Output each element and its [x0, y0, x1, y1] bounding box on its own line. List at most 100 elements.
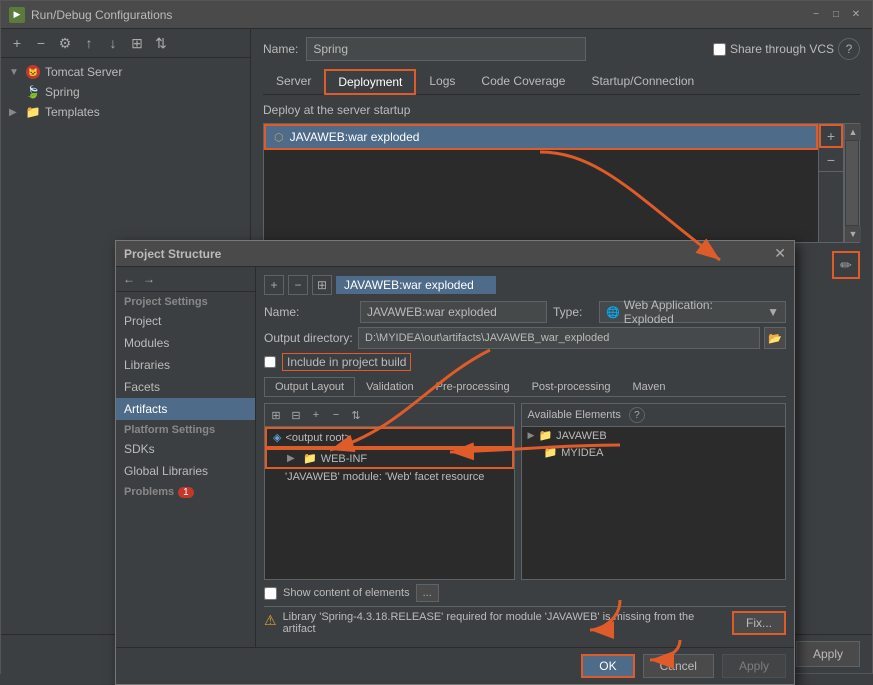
- window-titlebar: ▶ Run/Debug Configurations − □ ✕: [1, 1, 872, 29]
- art-tab-validation[interactable]: Validation: [355, 377, 425, 396]
- nav-item-global-libraries[interactable]: Global Libraries: [116, 460, 255, 482]
- folder-button[interactable]: ⊞: [127, 33, 147, 53]
- nav-item-facets[interactable]: Facets: [116, 376, 255, 398]
- sidebar-item-tomcat[interactable]: ▼ 🐱 Tomcat Server: [1, 62, 250, 82]
- fix-button[interactable]: Fix...: [732, 611, 786, 635]
- artifact-add-button[interactable]: +: [264, 275, 284, 295]
- window-icon: ▶: [9, 7, 25, 23]
- art-tab-pre-processing[interactable]: Pre-processing: [425, 377, 521, 396]
- share-help-button[interactable]: ?: [838, 38, 860, 60]
- sidebar-item-templates[interactable]: ▶ 📁 Templates: [1, 102, 250, 122]
- project-settings-section: Project Settings: [116, 292, 255, 310]
- tree-node-output-root[interactable]: ◈ <output root>: [265, 427, 514, 448]
- tree-tool-btn-1[interactable]: ⊞: [267, 406, 285, 424]
- warning-row: ⚠ Library 'Spring-4.3.18.RELEASE' requir…: [264, 606, 786, 639]
- sidebar-item-spring[interactable]: 🍃 Spring: [1, 82, 250, 102]
- web-app-icon: 🌐: [606, 306, 620, 319]
- artifact-toolbar: + − ⊞ JAVAWEB:war exploded: [264, 275, 786, 295]
- tree-tool-btn-4[interactable]: −: [327, 406, 345, 424]
- deploy-section-label: Deploy at the server startup: [263, 103, 860, 117]
- tab-logs[interactable]: Logs: [416, 69, 468, 94]
- myidea-folder-icon: 📁: [544, 446, 558, 459]
- art-tab-post-processing[interactable]: Post-processing: [521, 377, 622, 396]
- tab-code-coverage[interactable]: Code Coverage: [468, 69, 578, 94]
- tree-tool-btn-5[interactable]: ⇅: [347, 406, 365, 424]
- output-dir-label: Output directory:: [264, 331, 354, 345]
- deploy-list: ⬡ JAVAWEB:war exploded: [263, 123, 818, 243]
- show-content-checkbox[interactable]: [264, 587, 277, 600]
- deploy-list-item-javaweb[interactable]: ⬡ JAVAWEB:war exploded: [264, 124, 818, 150]
- copy-config-button[interactable]: ⚙: [55, 33, 75, 53]
- artifact-type-label: Type:: [553, 305, 593, 319]
- run-debug-apply-button[interactable]: Apply: [796, 641, 860, 667]
- nav-item-modules[interactable]: Modules: [116, 332, 255, 354]
- tab-server[interactable]: Server: [263, 69, 324, 94]
- javaweb-label: JAVAWEB: [556, 430, 607, 442]
- move-up-button[interactable]: ↑: [79, 33, 99, 53]
- output-dir-input[interactable]: [358, 327, 760, 349]
- maximize-button[interactable]: □: [828, 7, 844, 23]
- tab-startup-connection[interactable]: Startup/Connection: [578, 69, 707, 94]
- artifact-type-text: Web Application: Exploded: [624, 298, 763, 326]
- warning-icon: ⚠: [264, 612, 277, 629]
- expand-arrow-tomcat: ▼: [9, 67, 21, 78]
- share-vcs-checkbox[interactable]: [713, 43, 726, 56]
- share-vcs-label: Share through VCS: [730, 42, 834, 56]
- nav-item-sdks[interactable]: SDKs: [116, 438, 255, 460]
- platform-settings-section: Platform Settings: [116, 420, 255, 438]
- dialog-close-button[interactable]: ✕: [774, 245, 786, 262]
- dialog-left-panel: ← → Project Settings Project Modules Lib…: [116, 267, 256, 647]
- close-button[interactable]: ✕: [848, 7, 864, 23]
- available-elements-label: Available Elements: [528, 409, 621, 421]
- sort-button[interactable]: ⇅: [151, 33, 171, 53]
- problems-label: Problems: [124, 486, 174, 498]
- tree-tool-btn-2[interactable]: ⊟: [287, 406, 305, 424]
- nav-item-libraries[interactable]: Libraries: [116, 354, 255, 376]
- deploy-add-button[interactable]: +: [819, 124, 843, 148]
- tab-deployment[interactable]: Deployment: [324, 69, 416, 95]
- nav-back-button[interactable]: ←: [120, 270, 138, 288]
- available-help-button[interactable]: ?: [629, 407, 645, 423]
- art-tab-maven[interactable]: Maven: [621, 377, 676, 396]
- avail-item-javaweb[interactable]: ▶ 📁 JAVAWEB: [522, 427, 785, 444]
- show-content-label: Show content of elements: [283, 587, 410, 599]
- deploy-remove-button[interactable]: −: [819, 148, 843, 172]
- show-content-button[interactable]: ...: [416, 584, 439, 602]
- myidea-label: MYIDEA: [561, 447, 603, 459]
- avail-item-myidea[interactable]: 📁 MYIDEA: [522, 444, 785, 461]
- spring-label: Spring: [45, 85, 80, 99]
- include-checkbox[interactable]: [264, 356, 276, 368]
- dialog-cancel-button[interactable]: Cancel: [643, 654, 714, 678]
- artifact-name-input[interactable]: [360, 301, 547, 323]
- move-down-button[interactable]: ↓: [103, 33, 123, 53]
- templates-folder-icon: 📁: [25, 104, 41, 120]
- edit-artifact-button[interactable]: ✏: [832, 251, 860, 279]
- dialog-nav-list: Project Settings Project Modules Librari…: [116, 292, 255, 647]
- tree-node-webinf[interactable]: ▶ 📁 WEB-INF: [265, 448, 514, 469]
- available-elements-header: Available Elements ?: [522, 404, 785, 427]
- include-checkbox-row: Include in project build: [264, 353, 786, 371]
- nav-forward-button[interactable]: →: [140, 270, 158, 288]
- add-config-button[interactable]: +: [7, 33, 27, 53]
- browse-dir-button[interactable]: 📂: [764, 327, 786, 349]
- dialog-body: ← → Project Settings Project Modules Lib…: [116, 267, 794, 647]
- artifact-copy-button[interactable]: ⊞: [312, 275, 332, 295]
- dialog-apply-button[interactable]: Apply: [722, 654, 786, 678]
- dialog-footer: OK Cancel Apply: [116, 647, 794, 684]
- name-input[interactable]: [306, 37, 586, 61]
- vertical-scrollbar[interactable]: ▲ ▼: [844, 123, 860, 243]
- project-structure-dialog: Project Structure ✕ ← → Project Settings…: [115, 240, 795, 685]
- tree-tool-btn-3[interactable]: +: [307, 406, 325, 424]
- available-elements-panel: Available Elements ? ▶ 📁 JAVAWEB 📁 MYIDE…: [521, 403, 786, 580]
- nav-item-project[interactable]: Project: [116, 310, 255, 332]
- minimize-button[interactable]: −: [808, 7, 824, 23]
- nav-item-artifacts[interactable]: Artifacts: [116, 398, 255, 420]
- tree-node-module-resource[interactable]: 'JAVAWEB' module: 'Web' facet resource: [265, 469, 514, 485]
- artifact-remove-button[interactable]: −: [288, 275, 308, 295]
- remove-config-button[interactable]: −: [31, 33, 51, 53]
- scroll-down-button[interactable]: ▼: [845, 226, 861, 242]
- dialog-right-panel: + − ⊞ JAVAWEB:war exploded Name: Type: 🌐…: [256, 267, 794, 647]
- art-tab-output-layout[interactable]: Output Layout: [264, 377, 355, 396]
- dialog-ok-button[interactable]: OK: [581, 654, 634, 678]
- scroll-up-button[interactable]: ▲: [845, 124, 861, 140]
